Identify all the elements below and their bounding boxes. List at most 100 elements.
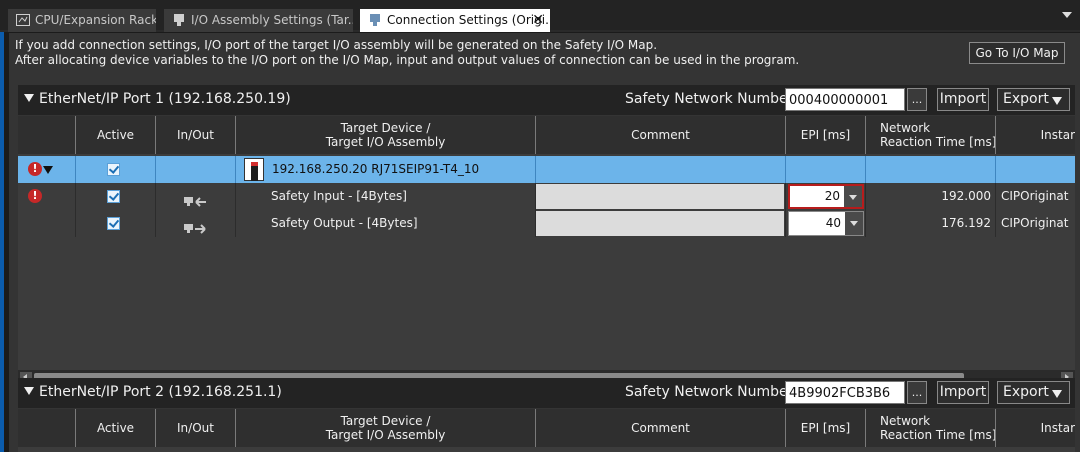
header-status [18,409,76,447]
export-label: Export [1003,384,1049,400]
input-arrow-icon [184,191,208,207]
tab-io-assembly-settings[interactable]: I/O Assembly Settings (Tar... [164,9,353,32]
active-cell [76,210,156,237]
safety-network-number-label: Safety Network Number : [625,91,803,107]
header-status [18,116,76,154]
epi-cell: 20 [786,183,866,210]
info-line-1: If you add connection settings, I/O port… [15,38,658,52]
header-in-out[interactable]: In/Out [156,409,236,447]
table-row[interactable]: ! Safety Input - [4Bytes] 20 192.000 CIP… [18,183,1075,210]
header-network-reaction-time[interactable]: Network Reaction Time [ms] [866,116,996,154]
status-cell: ! [18,183,76,210]
header-instance[interactable]: Instar [996,409,1075,447]
safety-network-number-input[interactable]: 000400000001 [785,88,905,111]
collapse-icon[interactable] [24,387,34,395]
active-cell [76,156,156,183]
epi-select[interactable]: 20 [788,184,864,209]
epi-value: 40 [825,216,841,230]
comment-cell [536,156,786,183]
connection-grid-port-1: Active In/Out Target Device / Target I/O… [18,116,1075,384]
active-checkbox[interactable] [107,163,120,176]
active-cell [76,183,156,210]
header-active[interactable]: Active [76,409,156,447]
header-instance[interactable]: Instar [996,116,1075,154]
header-comment[interactable]: Comment [536,409,786,447]
device-icon [244,158,264,181]
active-checkbox[interactable] [107,190,120,203]
close-icon[interactable]: ✕ [532,9,544,32]
status-cell [18,210,76,237]
rack-icon [16,11,30,26]
chevron-down-icon [1052,390,1062,398]
header-epi[interactable]: EPI [ms] [786,409,866,447]
epi-value: 20 [824,189,840,203]
tab-connection-settings[interactable]: Connection Settings (Origi... ✕ [360,9,550,32]
port-title-text: EtherNet/IP Port 1 (192.168.250.19) [39,91,291,107]
collapse-icon[interactable] [24,94,34,102]
target-assembly-cell[interactable]: Safety Input - [4Bytes] [236,183,536,210]
in-out-cell [156,156,236,183]
connection-icon [368,11,382,26]
info-line-2: After allocating device variables to the… [15,53,800,67]
device-row[interactable]: ! 192.168.250.20 RJ71SEIP91-T4_10 [18,156,1075,183]
chevron-down-icon[interactable] [845,212,863,235]
chevron-down-icon [1052,97,1062,105]
active-checkbox[interactable] [107,217,120,230]
comment-cell[interactable] [536,210,786,237]
header-target-device[interactable]: Target Device / Target I/O Assembly [236,116,536,154]
export-button[interactable]: Export [997,381,1070,404]
reaction-cell [866,156,996,183]
target-device-cell[interactable]: 192.168.250.20 RJ71SEIP91-T4_10 [236,156,536,183]
info-text: If you add connection settings, I/O port… [15,38,799,68]
header-comment[interactable]: Comment [536,116,786,154]
target-assembly-cell[interactable]: Safety Output - [4Bytes] [236,210,536,237]
tab-label: I/O Assembly Settings (Tar... [191,13,353,27]
chevron-down-icon[interactable] [1062,12,1072,18]
port-title-text: EtherNet/IP Port 2 (192.168.251.1) [39,384,282,400]
output-arrow-icon [184,218,208,234]
import-button[interactable]: Import [937,88,989,111]
reaction-cell: 192.000 [866,183,996,210]
comment-field[interactable] [536,184,784,209]
connection-grid-port-2: Active In/Out Target Device / Target I/O… [18,409,1075,452]
in-out-cell [156,183,236,210]
status-cell: ! [18,156,76,183]
expand-icon[interactable] [43,166,53,174]
tab-label: CPU/Expansion Racks [35,13,156,27]
in-out-cell [156,210,236,237]
safety-network-number-input[interactable]: 4B9902FCB3B6 [785,381,905,404]
io-assembly-icon [172,11,186,26]
tab-cpu-expansion-racks[interactable]: CPU/Expansion Racks [8,9,156,32]
go-to-io-map-button[interactable]: Go To I/O Map [969,42,1065,64]
port-1-title[interactable]: EtherNet/IP Port 1 (192.168.250.19) [24,91,291,107]
port-1-header: EtherNet/IP Port 1 (192.168.250.19) Safe… [18,85,1075,115]
comment-cell[interactable] [536,183,786,210]
error-icon: ! [28,189,42,203]
snn-browse-button[interactable]: ... [907,88,927,111]
table-row[interactable]: Safety Output - [4Bytes] 40 176.192 CIPO… [18,210,1075,237]
comment-field[interactable] [536,211,784,236]
reaction-cell: 176.192 [866,210,996,237]
header-in-out[interactable]: In/Out [156,116,236,154]
left-accent-bar [0,32,4,452]
chevron-down-icon[interactable] [844,186,862,207]
port-2-title[interactable]: EtherNet/IP Port 2 (192.168.251.1) [24,384,282,400]
header-target-device[interactable]: Target Device / Target I/O Assembly [236,409,536,447]
grid-header: Active In/Out Target Device / Target I/O… [18,409,1075,447]
epi-cell [786,156,866,183]
epi-select[interactable]: 40 [788,211,864,236]
epi-cell: 40 [786,210,866,237]
instance-cell: CIPOriginat [1001,189,1069,203]
device-name: 192.168.250.20 RJ71SEIP91-T4_10 [272,162,480,176]
port-2-header: EtherNet/IP Port 2 (192.168.251.1) Safet… [18,378,1075,408]
header-epi[interactable]: EPI [ms] [786,116,866,154]
export-button[interactable]: Export [997,88,1070,111]
snn-browse-button[interactable]: ... [907,381,927,404]
header-network-reaction-time[interactable]: Network Reaction Time [ms] [866,409,996,447]
tab-bar: CPU/Expansion Racks I/O Assembly Setting… [0,0,1080,32]
import-button[interactable]: Import [937,381,989,404]
safety-network-number-label: Safety Network Number : [625,384,803,400]
port-1-section: EtherNet/IP Port 1 (192.168.250.19) Safe… [18,85,1075,384]
header-active[interactable]: Active [76,116,156,154]
error-icon: ! [28,162,42,176]
